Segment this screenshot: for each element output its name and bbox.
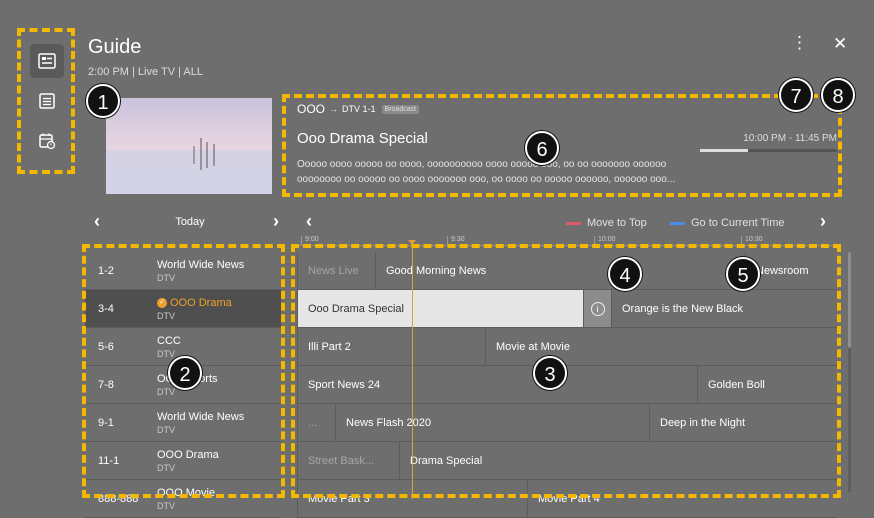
callout-badge: 1 [86, 84, 120, 118]
callout-badge: 4 [608, 257, 642, 291]
red-key-icon [566, 221, 581, 225]
date-label: Today [175, 216, 205, 228]
callout-badge: 3 [533, 356, 567, 390]
callout-box-sidebar [17, 28, 75, 174]
page-subtitle: 2:00 PM | Live TV | ALL [88, 66, 203, 78]
callout-badge: 7 [779, 78, 813, 112]
prev-time-arrow-icon[interactable]: ‹ [306, 211, 312, 232]
go-to-current-time-label: Go to Current Time [691, 217, 785, 229]
move-to-top-label: Move to Top [587, 217, 647, 229]
callout-badge: 8 [821, 78, 855, 112]
move-to-top-button[interactable]: Move to Top [566, 217, 647, 229]
close-icon[interactable]: ✕ [833, 34, 847, 54]
callout-badge: 6 [525, 131, 559, 165]
program-thumbnail [106, 98, 272, 194]
next-day-arrow-icon[interactable]: › [273, 211, 279, 232]
prev-day-arrow-icon[interactable]: ‹ [94, 211, 100, 232]
channel-type: DTV [157, 500, 175, 511]
page-title: Guide [88, 36, 142, 58]
callout-box-detail [282, 94, 842, 197]
callout-badge: 5 [726, 257, 760, 291]
scrollbar-thumb[interactable] [848, 252, 851, 348]
callout-badge: 2 [168, 356, 202, 390]
more-vertical-icon[interactable]: ⋮ [791, 33, 808, 53]
next-time-arrow-icon[interactable]: › [820, 211, 826, 232]
scrollbar[interactable] [848, 252, 851, 492]
blue-key-icon [670, 221, 685, 225]
go-to-current-time-button[interactable]: Go to Current Time [670, 217, 785, 229]
